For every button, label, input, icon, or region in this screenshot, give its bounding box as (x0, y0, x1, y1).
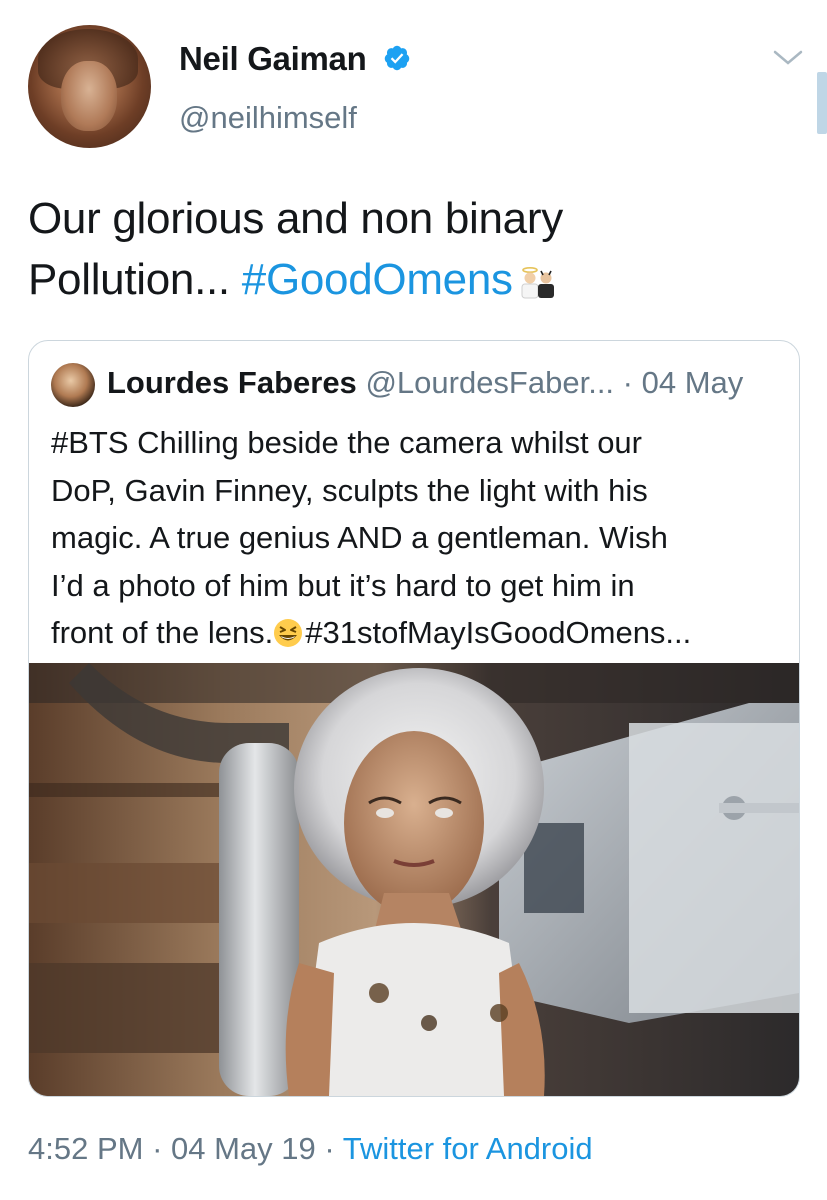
tweet-time: 4:52 PM (28, 1131, 144, 1166)
scrollbar[interactable] (817, 72, 827, 134)
quoted-line-5: front of the lens. #31stofMayIsGoodOmens… (51, 609, 791, 657)
tweet-line-1: Our glorious and non binary (28, 194, 563, 243)
author-display-name[interactable]: Neil Gaiman (179, 40, 367, 78)
quoted-tweet-card[interactable]: Lourdes Faberes @LourdesFaber... · 04 Ma… (28, 340, 800, 1097)
verified-badge-icon (384, 45, 410, 71)
quoted-tweet-photo[interactable] (29, 663, 799, 1096)
quoted-author-avatar (51, 363, 95, 407)
tweet-date: 04 May 19 (171, 1131, 316, 1166)
avatar-face (61, 61, 117, 131)
tweet-line-2-text: Pollution... (28, 255, 242, 304)
tweet-text: Our glorious and non binary Pollution...… (28, 188, 808, 310)
quoted-author-handle: @LourdesFaber... (365, 365, 615, 400)
chevron-down-icon[interactable] (772, 48, 804, 68)
footer-separator-2: · (315, 1131, 343, 1166)
grinning-squinting-face-icon (274, 619, 303, 647)
quoted-line-3: magic. A true genius AND a gentleman. Wi… (51, 520, 668, 555)
footer-separator-1: · (143, 1131, 172, 1166)
tweet-line-2: Pollution... #GoodOmens (28, 249, 808, 310)
hashtag-link[interactable]: #GoodOmens (242, 255, 513, 304)
author-handle[interactable]: @neilhimself (179, 100, 357, 136)
quoted-line-4: I’d a photo of him but it’s hard to get … (51, 567, 635, 603)
quoted-line-2: DoP, Gavin Finney, sculpts the light wit… (51, 472, 648, 508)
quoted-date: 04 May (641, 365, 744, 400)
angel-devil-emoji-icon (521, 267, 554, 299)
quoted-author-name: Lourdes Faberes (107, 365, 357, 400)
quoted-line-1: #BTS Chilling beside the camera whilst o… (51, 425, 642, 460)
quoted-tweet-text: #BTS Chilling beside the camera whilst o… (51, 419, 791, 657)
quoted-separator: · (614, 365, 642, 400)
quoted-tweet-header: Lourdes Faberes @LourdesFaber... · 04 Ma… (107, 365, 743, 401)
behind-the-scenes-photo (29, 663, 799, 1096)
tweet-metadata: 4:52 PM · 04 May 19 · Twitter for Androi… (28, 1131, 593, 1167)
quoted-line-5-end: #31stofMayIsGoodOmens... (305, 615, 692, 650)
author-avatar[interactable] (28, 25, 151, 148)
quoted-line-5-start: front of the lens. (51, 615, 274, 650)
tweet-source-link[interactable]: Twitter for Android (343, 1131, 593, 1166)
